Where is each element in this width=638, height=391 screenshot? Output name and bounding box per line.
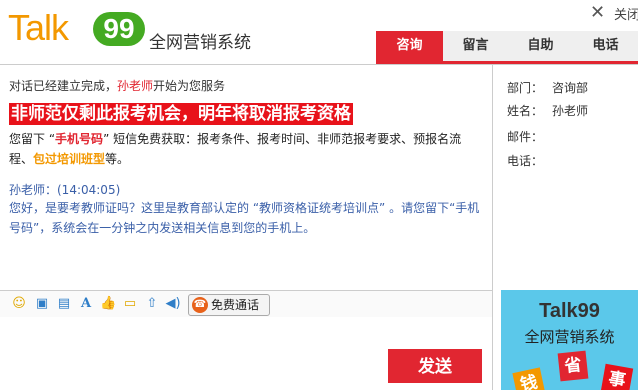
system-message-pre: 对话已经建立完成， bbox=[9, 79, 118, 93]
name-label: 姓名： bbox=[507, 104, 544, 118]
tab-self-service[interactable]: 自助 bbox=[508, 31, 573, 61]
ad-tile-money: 钱 bbox=[512, 367, 546, 390]
phone-icon: ☎ bbox=[192, 297, 208, 313]
agent-message-header: 孙老师：(14:04:05) bbox=[9, 183, 121, 197]
system-message-teacher: 孙老师 bbox=[117, 79, 154, 93]
close-label[interactable]: 关闭 bbox=[614, 4, 638, 23]
name-value: 孙老师 bbox=[552, 104, 589, 118]
tab-bar: 咨询 留言 自助 电话 bbox=[376, 31, 638, 64]
system-message-post: 开始为您服务 bbox=[153, 79, 226, 93]
promo-text: 您留下 “手机号码” 短信免费获取：报考条件、报考时间、非师范报考要求、预报名流… bbox=[9, 129, 484, 169]
ad-tile-effort: 事 bbox=[600, 363, 634, 390]
sound-icon[interactable]: ◀) bbox=[165, 296, 181, 312]
dept-row: 部门： 咨询部 bbox=[507, 79, 588, 96]
name-row: 姓名： 孙老师 bbox=[507, 102, 588, 119]
ad-subtitle: 全网营销系统 bbox=[524, 328, 615, 346]
phone-row: 电话： bbox=[507, 152, 543, 169]
tab-consult[interactable]: 咨询 bbox=[376, 31, 443, 61]
dept-label: 部门： bbox=[507, 81, 544, 95]
chat-toolbar: ☺ ▣ ▤ A 👍 ▭ ⇧ ◀) ☎ 免费通话 bbox=[0, 290, 493, 317]
promo-phone-keyword: 手机号码 bbox=[55, 132, 104, 146]
promo-banner: 非师范仅剩此报考机会，明年将取消报考资格 bbox=[9, 103, 353, 125]
emoji-icon[interactable]: ☺ bbox=[11, 296, 27, 312]
like-icon[interactable]: 👍 bbox=[100, 296, 116, 312]
logo-99-badge: 99 bbox=[93, 12, 145, 46]
close-icon[interactable]: ✕ bbox=[590, 2, 605, 23]
tab-phone[interactable]: 电话 bbox=[573, 31, 638, 61]
free-call-label: 免费通话 bbox=[211, 298, 260, 312]
chat-history-icon[interactable]: ▭ bbox=[122, 296, 138, 312]
screenshot-icon[interactable]: ▤ bbox=[56, 296, 72, 312]
free-call-button[interactable]: ☎ 免费通话 bbox=[188, 294, 270, 316]
promo-text-c: 等。 bbox=[105, 152, 130, 166]
upload-icon[interactable]: ⇧ bbox=[144, 296, 160, 312]
ad-tile-save: 省 bbox=[557, 350, 589, 382]
promo-course-keyword: 包过培训班型 bbox=[33, 152, 106, 166]
send-button[interactable]: 发送 bbox=[388, 349, 482, 383]
image-icon[interactable]: ▣ bbox=[34, 296, 50, 312]
promo-text-a: 您留下 “ bbox=[9, 132, 56, 146]
logo-subtitle: 全网营销系统 bbox=[149, 33, 251, 53]
email-row: 邮件： bbox=[507, 128, 543, 145]
tab-message[interactable]: 留言 bbox=[443, 31, 508, 61]
system-message: 对话已经建立完成，孙老师开始为您服务 bbox=[9, 77, 225, 94]
phone-label: 电话： bbox=[507, 154, 544, 168]
ad-banner[interactable]: Talk99 全网营销系统 钱 省 事 bbox=[501, 290, 638, 390]
ad-title: Talk99 bbox=[539, 300, 600, 322]
font-icon[interactable]: A bbox=[78, 296, 94, 312]
agent-message-text: 您好，是要考教师证吗？这里是教育部认定的 “教师资格证统考培训点” 。请您留下“… bbox=[9, 201, 480, 235]
email-label: 邮件： bbox=[507, 130, 544, 144]
dept-value: 咨询部 bbox=[552, 81, 589, 95]
logo-talk: Talk bbox=[8, 7, 69, 48]
chat-log[interactable]: 对话已经建立完成，孙老师开始为您服务 非师范仅剩此报考机会，明年将取消报考资格 … bbox=[0, 64, 493, 291]
